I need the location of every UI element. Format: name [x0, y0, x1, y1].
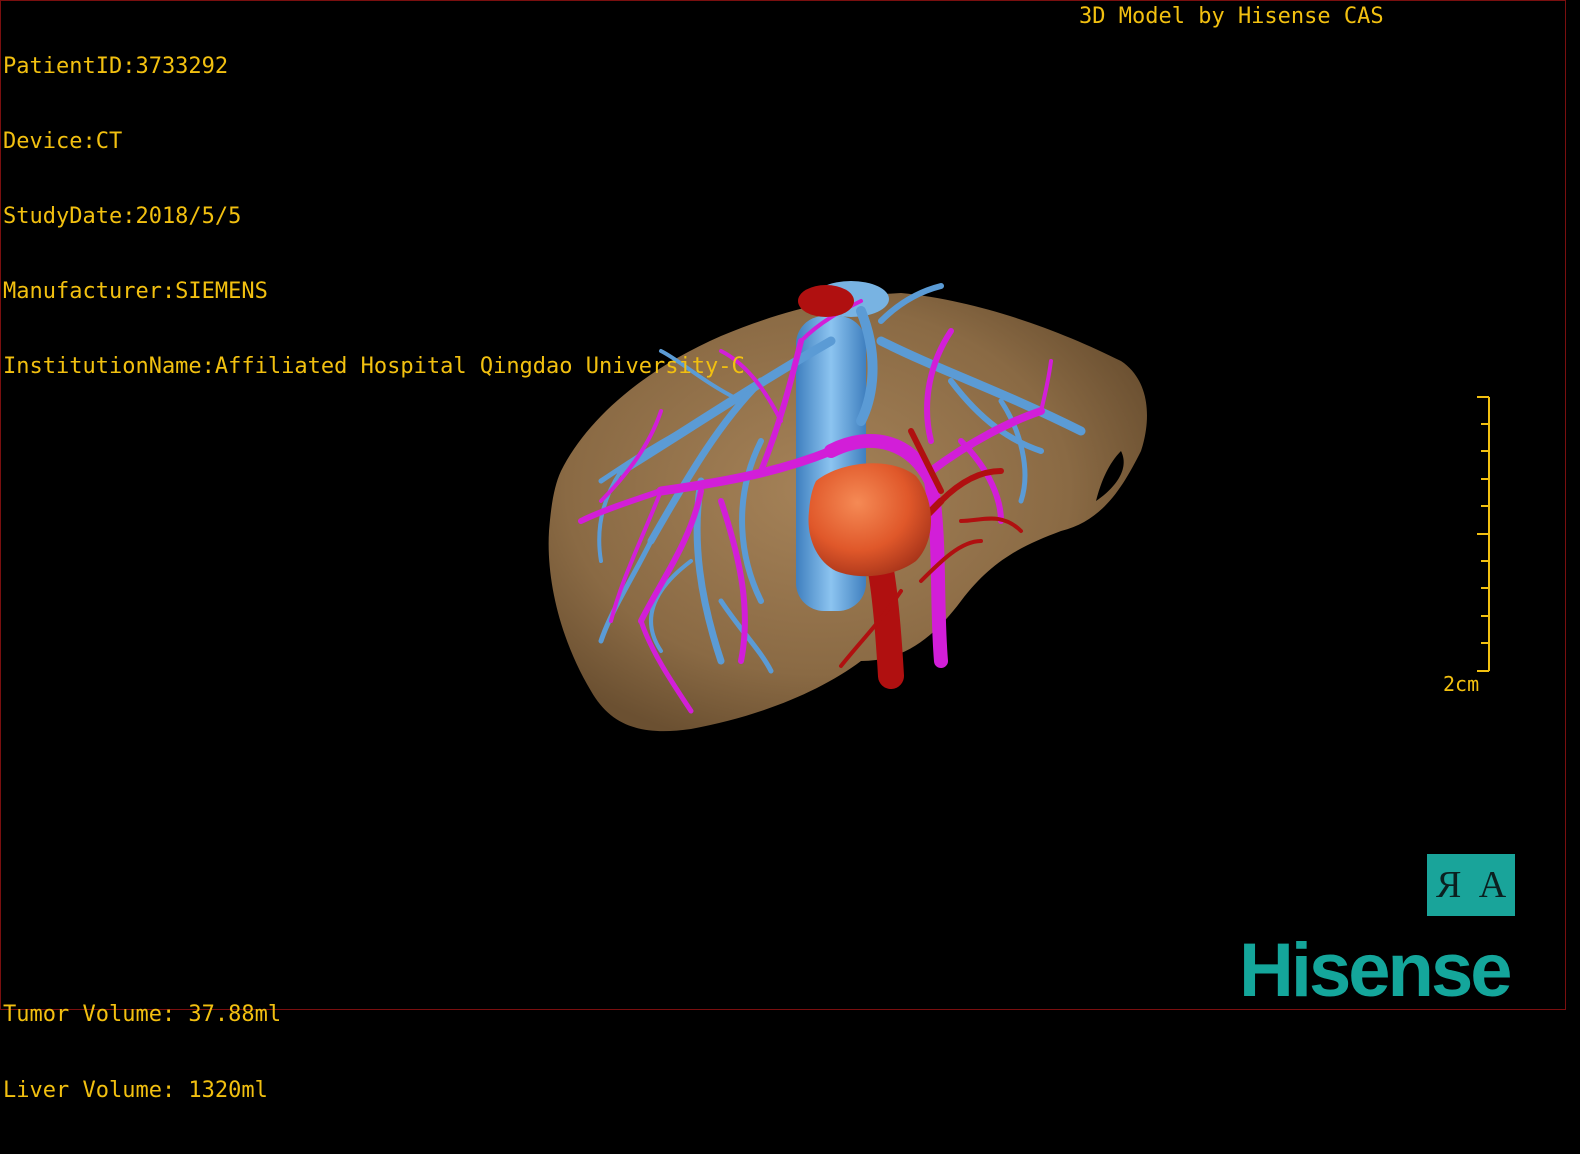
manufacturer-label: Manufacturer:SIEMENS: [3, 279, 268, 304]
volume-overlay: Tumor Volume: 37.88ml Liver Volume: 1320…: [3, 952, 281, 1154]
hisense-logo-icon: Hisense: [1239, 928, 1513, 1013]
scale-ruler: [1477, 396, 1490, 672]
liver-volume-label: Liver Volume: 1320ml: [3, 1078, 268, 1103]
study-date-label: StudyDate:2018/5/5: [3, 204, 242, 229]
institution-label: InstitutionName:Affiliated Hospital Qing…: [3, 354, 745, 379]
aorta-top: [798, 285, 854, 317]
study-info-overlay: PatientID:3733292 Device:CT StudyDate:20…: [3, 4, 745, 429]
model-credit-label: 3D Model by Hisense CAS: [1079, 4, 1384, 29]
tumor-mass: [808, 463, 931, 577]
scale-label: 2cm: [1443, 672, 1480, 696]
3d-viewport[interactable]: PatientID:3733292 Device:CT StudyDate:20…: [0, 0, 1566, 1103]
device-label: Device:CT: [3, 129, 123, 154]
patient-id-label: PatientID:3733292: [3, 54, 229, 79]
orientation-left-glyph: R: [1435, 864, 1462, 906]
tumor-volume-label: Tumor Volume: 37.88ml: [3, 1002, 282, 1027]
orientation-right-glyph: A: [1478, 864, 1507, 906]
orientation-cube-icon[interactable]: R A: [1427, 854, 1515, 916]
